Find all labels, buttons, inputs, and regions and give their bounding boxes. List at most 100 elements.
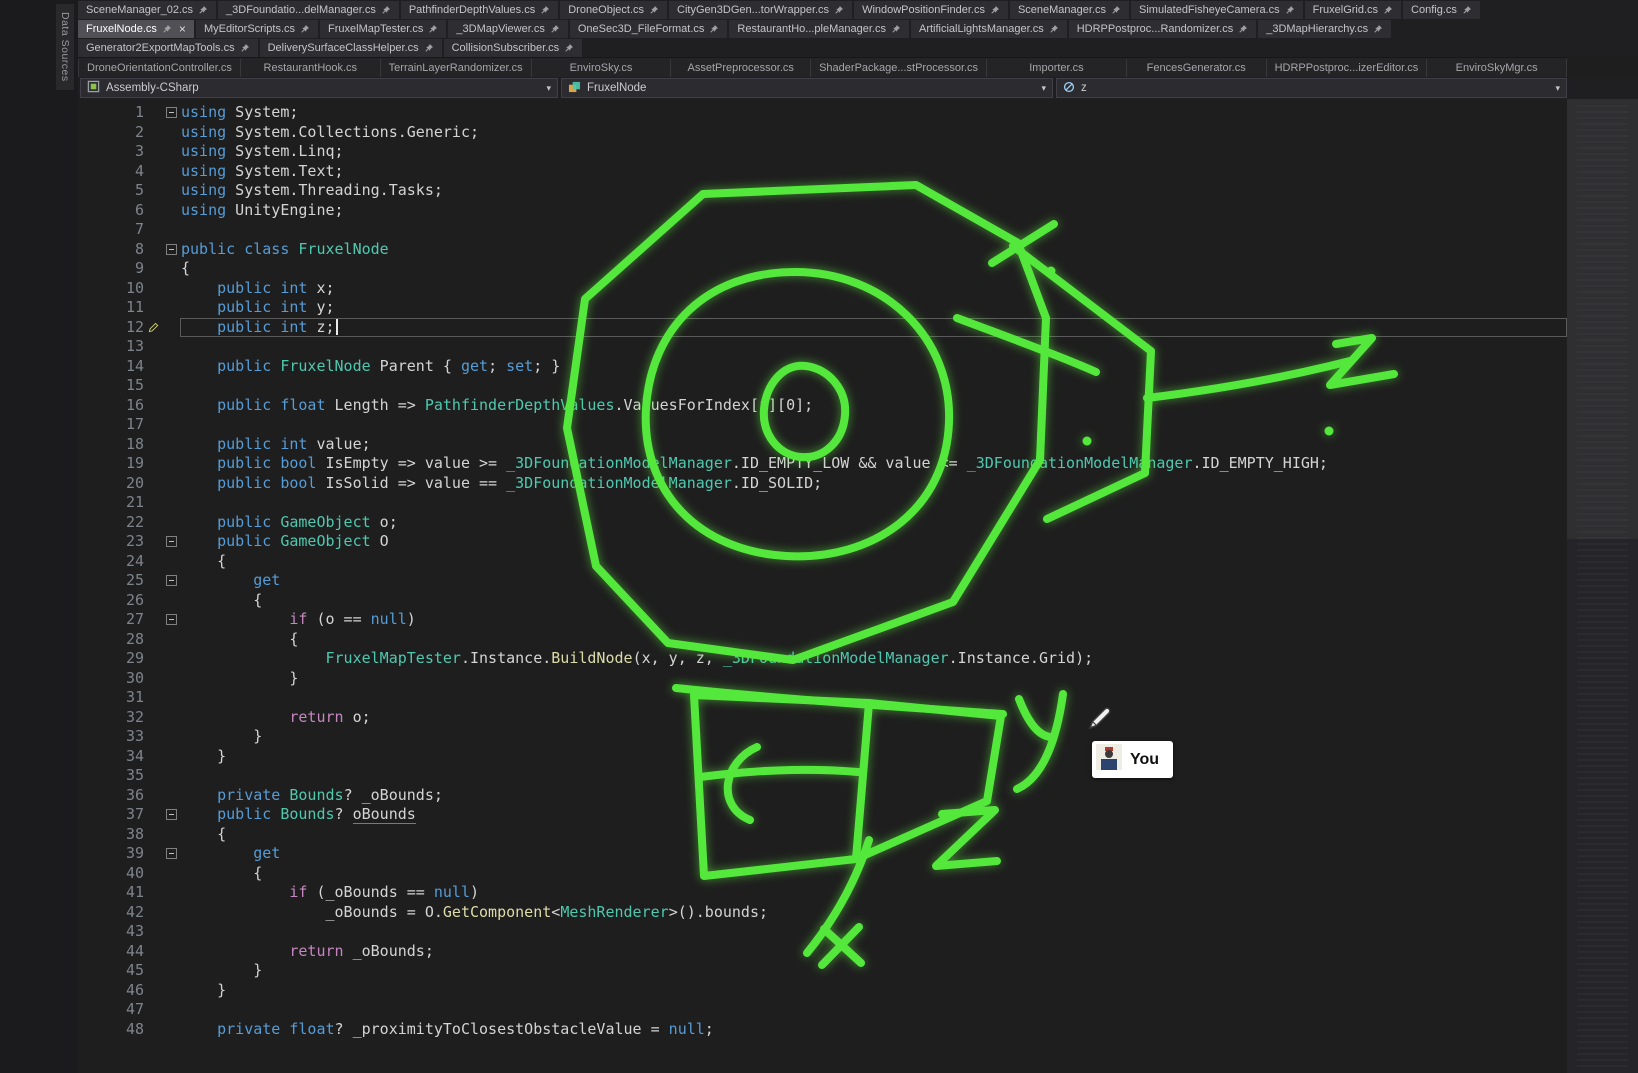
pin-icon[interactable] bbox=[1049, 24, 1059, 34]
tab-shaderpackage-stprocessor-cs[interactable]: ShaderPackage...stProcessor.cs bbox=[811, 59, 987, 77]
code-line-22[interactable]: 22 public GameObject o; bbox=[78, 513, 1567, 533]
tab--3dmapviewer-cs[interactable]: _3DMapViewer.cs bbox=[448, 20, 567, 38]
tab-hdrppostproc-izereditor-cs[interactable]: HDRPPostproc...izerEditor.cs bbox=[1267, 59, 1428, 77]
pin-icon[interactable] bbox=[1238, 24, 1248, 34]
pin-icon[interactable] bbox=[381, 5, 391, 15]
tab-droneorientationcontroller-cs[interactable]: DroneOrientationController.cs bbox=[78, 59, 241, 77]
tab-config-cs[interactable]: Config.cs bbox=[1403, 1, 1480, 19]
code-line-7[interactable]: 7 bbox=[78, 220, 1567, 240]
tab-restaurantho-plemanager-cs[interactable]: RestaurantHo...pleManager.cs bbox=[729, 20, 909, 38]
code-line-47[interactable]: 47 bbox=[78, 1000, 1567, 1020]
fold-collapse-icon[interactable] bbox=[166, 809, 177, 820]
code-line-15[interactable]: 15 bbox=[78, 376, 1567, 396]
code-line-6[interactable]: 6using UnityEngine; bbox=[78, 201, 1567, 221]
tab-droneobject-cs[interactable]: DroneObject.cs bbox=[560, 1, 667, 19]
code-line-24[interactable]: 24 { bbox=[78, 552, 1567, 572]
tab-onesec3d-fileformat-cs[interactable]: OneSec3D_FileFormat.cs bbox=[570, 20, 728, 38]
tab-fruxelnode-cs[interactable]: FruxelNode.cs× bbox=[78, 20, 194, 38]
code-line-39[interactable]: 39 get bbox=[78, 844, 1567, 864]
fold-collapse-icon[interactable] bbox=[166, 107, 177, 118]
tab-artificiallightsmanager-cs[interactable]: ArtificialLightsManager.cs bbox=[911, 20, 1067, 38]
fold-collapse-icon[interactable] bbox=[166, 614, 177, 625]
code-line-21[interactable]: 21 bbox=[78, 493, 1567, 513]
tab-scenemanager-cs[interactable]: SceneManager.cs bbox=[1010, 1, 1129, 19]
code-line-20[interactable]: 20 public bool IsSolid => value == _3DFo… bbox=[78, 474, 1567, 494]
tab-citygen3dgen-torwrapper-cs[interactable]: CityGen3DGen...torWrapper.cs bbox=[669, 1, 852, 19]
pin-icon[interactable] bbox=[428, 24, 438, 34]
fold-collapse-icon[interactable] bbox=[166, 575, 177, 586]
pin-icon[interactable] bbox=[550, 24, 560, 34]
code-line-34[interactable]: 34 } bbox=[78, 747, 1567, 767]
pin-icon[interactable] bbox=[990, 5, 1000, 15]
code-line-30[interactable]: 30 } bbox=[78, 669, 1567, 689]
pin-icon[interactable] bbox=[300, 24, 310, 34]
member-dropdown[interactable]: z ▾ bbox=[1056, 78, 1567, 98]
pin-icon[interactable] bbox=[1111, 5, 1121, 15]
tab-importer-cs[interactable]: Importer.cs bbox=[987, 59, 1127, 77]
tab-terrainlayerrandomizer-cs[interactable]: TerrainLayerRandomizer.cs bbox=[381, 59, 532, 77]
tab-myeditorscripts-cs[interactable]: MyEditorScripts.cs bbox=[196, 20, 318, 38]
code-line-1[interactable]: 1using System; bbox=[78, 103, 1567, 123]
code-line-10[interactable]: 10 public int x; bbox=[78, 279, 1567, 299]
code-line-17[interactable]: 17 bbox=[78, 415, 1567, 435]
code-line-23[interactable]: 23 public GameObject O bbox=[78, 532, 1567, 552]
code-line-9[interactable]: 9{ bbox=[78, 259, 1567, 279]
tab--3dmaphierarchy-cs[interactable]: _3DMapHierarchy.cs bbox=[1258, 20, 1391, 38]
type-dropdown[interactable]: FruxelNode ▾ bbox=[561, 78, 1053, 98]
fold-collapse-icon[interactable] bbox=[166, 848, 177, 859]
code-line-33[interactable]: 33 } bbox=[78, 727, 1567, 747]
tab-fruxelgrid-cs[interactable]: FruxelGrid.cs bbox=[1305, 1, 1401, 19]
tab-restauranthook-cs[interactable]: RestaurantHook.cs bbox=[241, 59, 381, 77]
code-line-31[interactable]: 31 bbox=[78, 688, 1567, 708]
tab-fencesgenerator-cs[interactable]: FencesGenerator.cs bbox=[1127, 59, 1267, 77]
tab-fruxelmaptester-cs[interactable]: FruxelMapTester.cs bbox=[320, 20, 446, 38]
pin-icon[interactable] bbox=[891, 24, 901, 34]
data-sources-tool-tab[interactable]: Data Sources bbox=[56, 4, 74, 90]
code-line-48[interactable]: 48 private float? _proximityToClosestObs… bbox=[78, 1020, 1567, 1040]
code-editor[interactable]: 1using System;2using System.Collections.… bbox=[78, 99, 1567, 1073]
tab-enviroskymgr-cs[interactable]: EnviroSkyMgr.cs bbox=[1427, 59, 1567, 77]
fold-collapse-icon[interactable] bbox=[166, 536, 177, 547]
tab-hdrppostproc-randomizer-cs[interactable]: HDRPPostproc...Randomizer.cs bbox=[1069, 20, 1257, 38]
tab-scenemanager-02-cs[interactable]: SceneManager_02.cs bbox=[78, 1, 216, 19]
code-line-27[interactable]: 27 if (o == null) bbox=[78, 610, 1567, 630]
code-line-46[interactable]: 46 } bbox=[78, 981, 1567, 1001]
tab-assetpreprocessor-cs[interactable]: AssetPreprocessor.cs bbox=[671, 59, 811, 77]
pin-icon[interactable] bbox=[424, 43, 434, 53]
code-line-37[interactable]: 37 public Bounds? oBounds bbox=[78, 805, 1567, 825]
code-line-13[interactable]: 13 bbox=[78, 337, 1567, 357]
pin-icon[interactable] bbox=[1285, 5, 1295, 15]
map-mode-scrollbar[interactable] bbox=[1567, 99, 1638, 1073]
code-line-35[interactable]: 35 bbox=[78, 766, 1567, 786]
code-line-14[interactable]: 14 public FruxelNode Parent { get; set; … bbox=[78, 357, 1567, 377]
tab-windowpositionfinder-cs[interactable]: WindowPositionFinder.cs bbox=[854, 1, 1008, 19]
pin-icon[interactable] bbox=[834, 5, 844, 15]
tab-collisionsubscriber-cs[interactable]: CollisionSubscriber.cs bbox=[444, 39, 583, 57]
code-line-16[interactable]: 16 public float Length => PathfinderDept… bbox=[78, 396, 1567, 416]
scrollbar-viewport[interactable] bbox=[1567, 99, 1638, 539]
code-line-41[interactable]: 41 if (_oBounds == null) bbox=[78, 883, 1567, 903]
code-line-3[interactable]: 3using System.Linq; bbox=[78, 142, 1567, 162]
close-icon[interactable]: × bbox=[179, 23, 186, 35]
code-line-42[interactable]: 42 _oBounds = O.GetComponent<MeshRendere… bbox=[78, 903, 1567, 923]
code-line-2[interactable]: 2using System.Collections.Generic; bbox=[78, 123, 1567, 143]
code-line-4[interactable]: 4using System.Text; bbox=[78, 162, 1567, 182]
tab-pathfinderdepthvalues-cs[interactable]: PathfinderDepthValues.cs bbox=[401, 1, 558, 19]
pin-icon[interactable] bbox=[709, 24, 719, 34]
pin-icon[interactable] bbox=[540, 5, 550, 15]
tab-simulatedfisheyecamera-cs[interactable]: SimulatedFisheyeCamera.cs bbox=[1131, 1, 1303, 19]
tab-deliverysurfaceclasshelper-cs[interactable]: DeliverySurfaceClassHelper.cs bbox=[260, 39, 442, 57]
pin-icon[interactable] bbox=[1462, 5, 1472, 15]
fold-collapse-icon[interactable] bbox=[166, 244, 177, 255]
project-dropdown[interactable]: Assembly-CSharp ▾ bbox=[80, 78, 558, 98]
code-line-43[interactable]: 43 bbox=[78, 922, 1567, 942]
tab-envirosky-cs[interactable]: EnviroSky.cs bbox=[532, 59, 672, 77]
tab--3dfoundatio-delmanager-cs[interactable]: _3DFoundatio...delManager.cs bbox=[218, 1, 399, 19]
pin-icon[interactable] bbox=[1373, 24, 1383, 34]
code-line-11[interactable]: 11 public int y; bbox=[78, 298, 1567, 318]
pin-icon[interactable] bbox=[649, 5, 659, 15]
code-line-36[interactable]: 36 private Bounds? _oBounds; bbox=[78, 786, 1567, 806]
code-line-25[interactable]: 25 get bbox=[78, 571, 1567, 591]
code-line-45[interactable]: 45 } bbox=[78, 961, 1567, 981]
code-line-5[interactable]: 5using System.Threading.Tasks; bbox=[78, 181, 1567, 201]
